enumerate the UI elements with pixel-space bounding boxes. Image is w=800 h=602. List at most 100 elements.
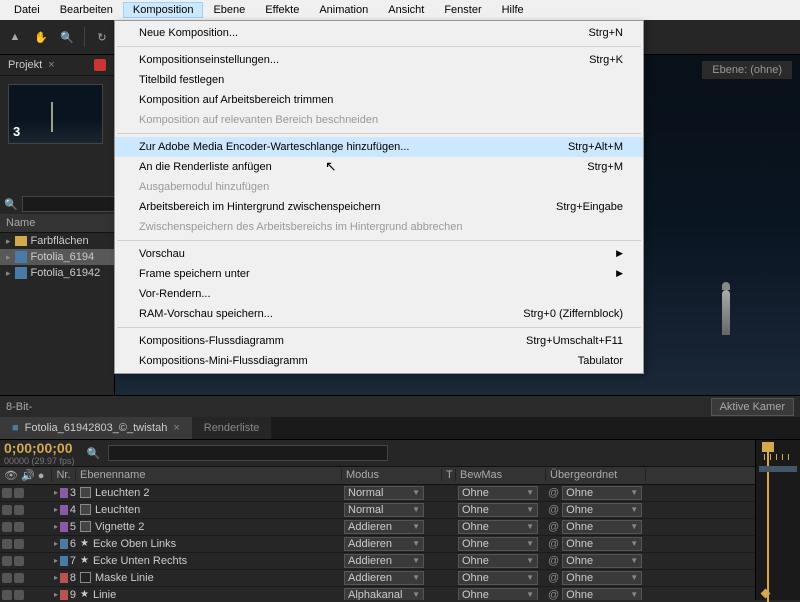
komposition-dropdown: Neue Komposition...Strg+N Kompositionsein… bbox=[114, 20, 644, 374]
zoom-tool[interactable]: 🔍 bbox=[56, 26, 78, 48]
blend-mode-dropdown[interactable]: Addieren▼ bbox=[344, 537, 424, 551]
menu-ebene[interactable]: Ebene bbox=[203, 2, 255, 18]
rotate-tool[interactable]: ↻ bbox=[91, 26, 113, 48]
viewer-footer: 8-Bit- Aktive Kamer bbox=[0, 395, 800, 417]
star-icon: ★ bbox=[80, 589, 89, 600]
col-t: T bbox=[442, 469, 456, 481]
parent-dropdown[interactable]: Ohne▼ bbox=[562, 588, 642, 600]
current-timecode[interactable]: 0;00;00;00 bbox=[4, 440, 73, 456]
col-nr: Nr. bbox=[52, 469, 76, 481]
pickwhip-icon[interactable]: @ bbox=[548, 504, 559, 516]
layer-tab[interactable]: Ebene: (ohne) bbox=[702, 61, 792, 79]
track-matte-dropdown[interactable]: Ohne▼ bbox=[458, 486, 538, 500]
blend-mode-dropdown[interactable]: Addieren▼ bbox=[344, 571, 424, 585]
timeline-track-area[interactable] bbox=[755, 440, 800, 600]
menu-item[interactable]: Vorschau▶ bbox=[115, 244, 643, 264]
col-mode: Modus bbox=[342, 469, 442, 481]
timeline-tab[interactable]: ■ Fotolia_61942803_©_twistah× bbox=[0, 417, 192, 439]
parent-dropdown[interactable]: Ohne▼ bbox=[562, 503, 642, 517]
project-item[interactable]: ▸Fotolia_61942 bbox=[0, 265, 114, 281]
menu-item: Zwischenspeichern des Arbeitsbereichs im… bbox=[115, 217, 643, 237]
bit-depth-button[interactable]: 8-Bit- bbox=[6, 401, 32, 413]
timecode-frames: 00000 (29.97 fps) bbox=[4, 456, 77, 466]
layer-row[interactable]: ▸7★Ecke Unten RechtsAddieren▼Ohne▼@Ohne▼ bbox=[0, 553, 800, 570]
track-matte-dropdown[interactable]: Ohne▼ bbox=[458, 503, 538, 517]
menu-bearbeiten[interactable]: Bearbeiten bbox=[50, 2, 123, 18]
layer-row[interactable]: ▸8Maske LinieAddieren▼Ohne▼@Ohne▼ bbox=[0, 570, 800, 587]
layer-row[interactable]: ▸4LeuchtenNormal▼Ohne▼@Ohne▼ bbox=[0, 502, 800, 519]
layer-row[interactable]: ▸5Vignette 2Addieren▼Ohne▼@Ohne▼ bbox=[0, 519, 800, 536]
timeline-search-input[interactable] bbox=[108, 445, 388, 461]
menu-item[interactable]: Kompositions-Mini-FlussdiagrammTabulator bbox=[115, 351, 643, 371]
pickwhip-icon[interactable]: @ bbox=[548, 555, 559, 567]
track-matte-dropdown[interactable]: Ohne▼ bbox=[458, 520, 538, 534]
menu-fenster[interactable]: Fenster bbox=[434, 2, 491, 18]
layer-row[interactable]: ▸6★Ecke Oben LinksAddieren▼Ohne▼@Ohne▼ bbox=[0, 536, 800, 553]
close-icon[interactable]: × bbox=[48, 59, 54, 71]
menu-item[interactable]: RAM-Vorschau speichern...Strg+0 (Ziffern… bbox=[115, 304, 643, 324]
menu-item[interactable]: Titelbild festlegen bbox=[115, 70, 643, 90]
record-button[interactable] bbox=[94, 59, 106, 71]
search-icon: 🔍 bbox=[87, 447, 101, 460]
folder-icon bbox=[15, 236, 27, 246]
menu-item[interactable]: An die Renderliste anfügenStrg+M bbox=[115, 157, 643, 177]
blend-mode-dropdown[interactable]: Normal▼ bbox=[344, 503, 424, 517]
playhead[interactable] bbox=[762, 442, 774, 452]
rocket-graphic bbox=[722, 290, 730, 335]
menu-item[interactable]: Kompositions-FlussdiagrammStrg+Umschalt+… bbox=[115, 331, 643, 351]
column-name-header[interactable]: Name bbox=[0, 214, 114, 233]
blend-mode-dropdown[interactable]: Addieren▼ bbox=[344, 554, 424, 568]
pickwhip-icon[interactable]: @ bbox=[548, 589, 559, 600]
star-icon: ★ bbox=[80, 538, 89, 549]
timeline-panel: ■ Fotolia_61942803_©_twistah×Renderliste… bbox=[0, 417, 800, 600]
hand-tool[interactable]: ✋ bbox=[30, 26, 52, 48]
layer-row[interactable]: ▸9★LinieAlphakanal▼Ohne▼@Ohne▼ bbox=[0, 587, 800, 600]
selection-tool[interactable]: ▲ bbox=[4, 26, 26, 48]
track-matte-dropdown[interactable]: Ohne▼ bbox=[458, 571, 538, 585]
mouse-cursor: ↖ bbox=[325, 158, 337, 175]
parent-dropdown[interactable]: Ohne▼ bbox=[562, 554, 642, 568]
menu-item[interactable]: Komposition auf Arbeitsbereich trimmen bbox=[115, 90, 643, 110]
parent-dropdown[interactable]: Ohne▼ bbox=[562, 537, 642, 551]
menu-datei[interactable]: Datei bbox=[4, 2, 50, 18]
menu-item: Ausgabemodul hinzufügen bbox=[115, 177, 643, 197]
project-item[interactable]: ▸Farbflächen bbox=[0, 233, 114, 249]
blend-mode-dropdown[interactable]: Alphakanal▼ bbox=[344, 588, 424, 600]
menu-effekte[interactable]: Effekte bbox=[255, 2, 309, 18]
col-visibility: 👁 🔊 ● bbox=[0, 469, 52, 482]
track-matte-dropdown[interactable]: Ohne▼ bbox=[458, 537, 538, 551]
blend-mode-dropdown[interactable]: Addieren▼ bbox=[344, 520, 424, 534]
layer-row[interactable]: ▸3Leuchten 2Normal▼Ohne▼@Ohne▼ bbox=[0, 485, 800, 502]
comp-icon bbox=[15, 267, 27, 279]
menu-item: Komposition auf relevanten Bereich besch… bbox=[115, 110, 643, 130]
menu-item[interactable]: Vor-Rendern... bbox=[115, 284, 643, 304]
timeline-tab[interactable]: Renderliste bbox=[192, 417, 272, 439]
menubar: Datei Bearbeiten Komposition Ebene Effek… bbox=[0, 0, 800, 20]
parent-dropdown[interactable]: Ohne▼ bbox=[562, 520, 642, 534]
close-icon[interactable]: × bbox=[173, 422, 179, 434]
pickwhip-icon[interactable]: @ bbox=[548, 538, 559, 550]
menu-item[interactable]: Kompositionseinstellungen...Strg+K bbox=[115, 50, 643, 70]
menu-komposition[interactable]: Komposition bbox=[123, 2, 204, 18]
active-camera-dropdown[interactable]: Aktive Kamer bbox=[711, 398, 794, 416]
comp-thumbnail[interactable]: 3 bbox=[8, 84, 103, 144]
menu-item[interactable]: Arbeitsbereich im Hintergrund zwischensp… bbox=[115, 197, 643, 217]
track-matte-dropdown[interactable]: Ohne▼ bbox=[458, 588, 538, 600]
menu-item[interactable]: Frame speichern unter▶ bbox=[115, 264, 643, 284]
pickwhip-icon[interactable]: @ bbox=[548, 572, 559, 584]
menu-item[interactable]: Zur Adobe Media Encoder-Warteschlange hi… bbox=[115, 137, 643, 157]
menu-animation[interactable]: Animation bbox=[309, 2, 378, 18]
project-tab[interactable]: Projekt bbox=[8, 59, 42, 71]
pickwhip-icon[interactable]: @ bbox=[548, 487, 559, 499]
menu-hilfe[interactable]: Hilfe bbox=[492, 2, 534, 18]
parent-dropdown[interactable]: Ohne▼ bbox=[562, 571, 642, 585]
menu-ansicht[interactable]: Ansicht bbox=[378, 2, 434, 18]
solid-icon bbox=[80, 521, 91, 532]
track-matte-dropdown[interactable]: Ohne▼ bbox=[458, 554, 538, 568]
blend-mode-dropdown[interactable]: Normal▼ bbox=[344, 486, 424, 500]
pickwhip-icon[interactable]: @ bbox=[548, 521, 559, 533]
parent-dropdown[interactable]: Ohne▼ bbox=[562, 486, 642, 500]
project-item[interactable]: ▸Fotolia_6194 bbox=[0, 249, 114, 265]
search-icon: 🔍 bbox=[4, 198, 18, 211]
menu-item[interactable]: Neue Komposition...Strg+N bbox=[115, 23, 643, 43]
